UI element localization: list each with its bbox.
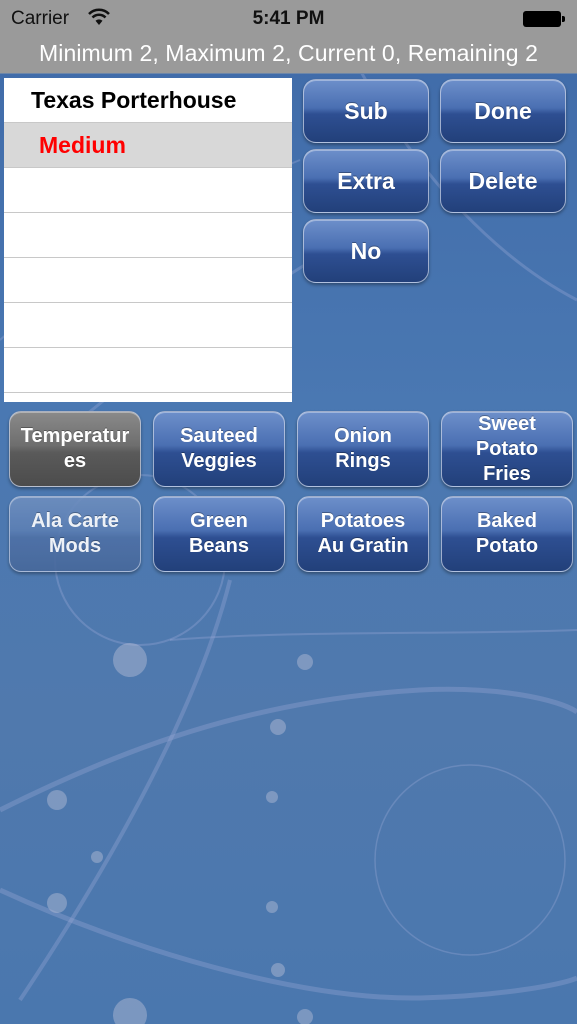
category-label: Sweet Potato Fries — [475, 412, 539, 485]
no-button[interactable]: No — [303, 219, 429, 283]
list-item-empty[interactable] — [4, 348, 292, 393]
list-item[interactable]: Texas Porterhouse — [4, 78, 292, 123]
category-temperatures[interactable]: Temperatures — [9, 411, 141, 487]
category-label: Green Beans — [188, 510, 250, 557]
list-item-empty[interactable] — [4, 168, 292, 213]
clock: 5:41 PM — [252, 8, 325, 29]
category-onion-rings[interactable]: Onion Rings — [297, 411, 429, 487]
modifier-label: Medium — [39, 131, 126, 158]
battery-icon — [523, 11, 565, 27]
category-label: Onion Rings — [334, 425, 392, 472]
category-ala-carte-mods[interactable]: Ala Carte Mods — [9, 496, 141, 572]
category-label: Temperatures — [20, 425, 130, 472]
extra-button[interactable]: Extra — [303, 149, 429, 213]
category-label: Sauteed Veggies — [180, 425, 258, 472]
status-bar: Carrier 5:41 PM — [0, 0, 577, 38]
category-baked-potato[interactable]: Baked Potato — [441, 496, 573, 572]
delete-button[interactable]: Delete — [440, 149, 566, 213]
category-label: Ala Carte Mods — [31, 510, 119, 557]
category-potatoes-au-gratin[interactable]: Potatoes Au Gratin — [297, 496, 429, 572]
done-button[interactable]: Done — [440, 79, 566, 143]
category-sweet-potato-fries[interactable]: Sweet Potato Fries — [441, 411, 573, 487]
category-label: Baked Potato — [475, 510, 539, 557]
item-title: Texas Porterhouse — [31, 86, 237, 113]
modifier-limits-label: Minimum 2, Maximum 2, Current 0, Remaini… — [38, 40, 539, 66]
top-bar: Carrier 5:41 PM Minimum 2, Maximum 2, Cu… — [0, 0, 577, 74]
list-item-selected[interactable]: Medium — [4, 123, 292, 168]
order-item-list[interactable]: Texas Porterhouse Medium — [4, 78, 292, 402]
list-item-empty[interactable] — [4, 303, 292, 348]
category-green-beans[interactable]: Green Beans — [153, 496, 285, 572]
category-sauteed-veggies[interactable]: Sauteed Veggies — [153, 411, 285, 487]
list-item-empty[interactable] — [4, 258, 292, 303]
category-label: Potatoes Au Gratin — [317, 510, 409, 557]
list-item-empty[interactable] — [4, 213, 292, 258]
sub-button[interactable]: Sub — [303, 79, 429, 143]
